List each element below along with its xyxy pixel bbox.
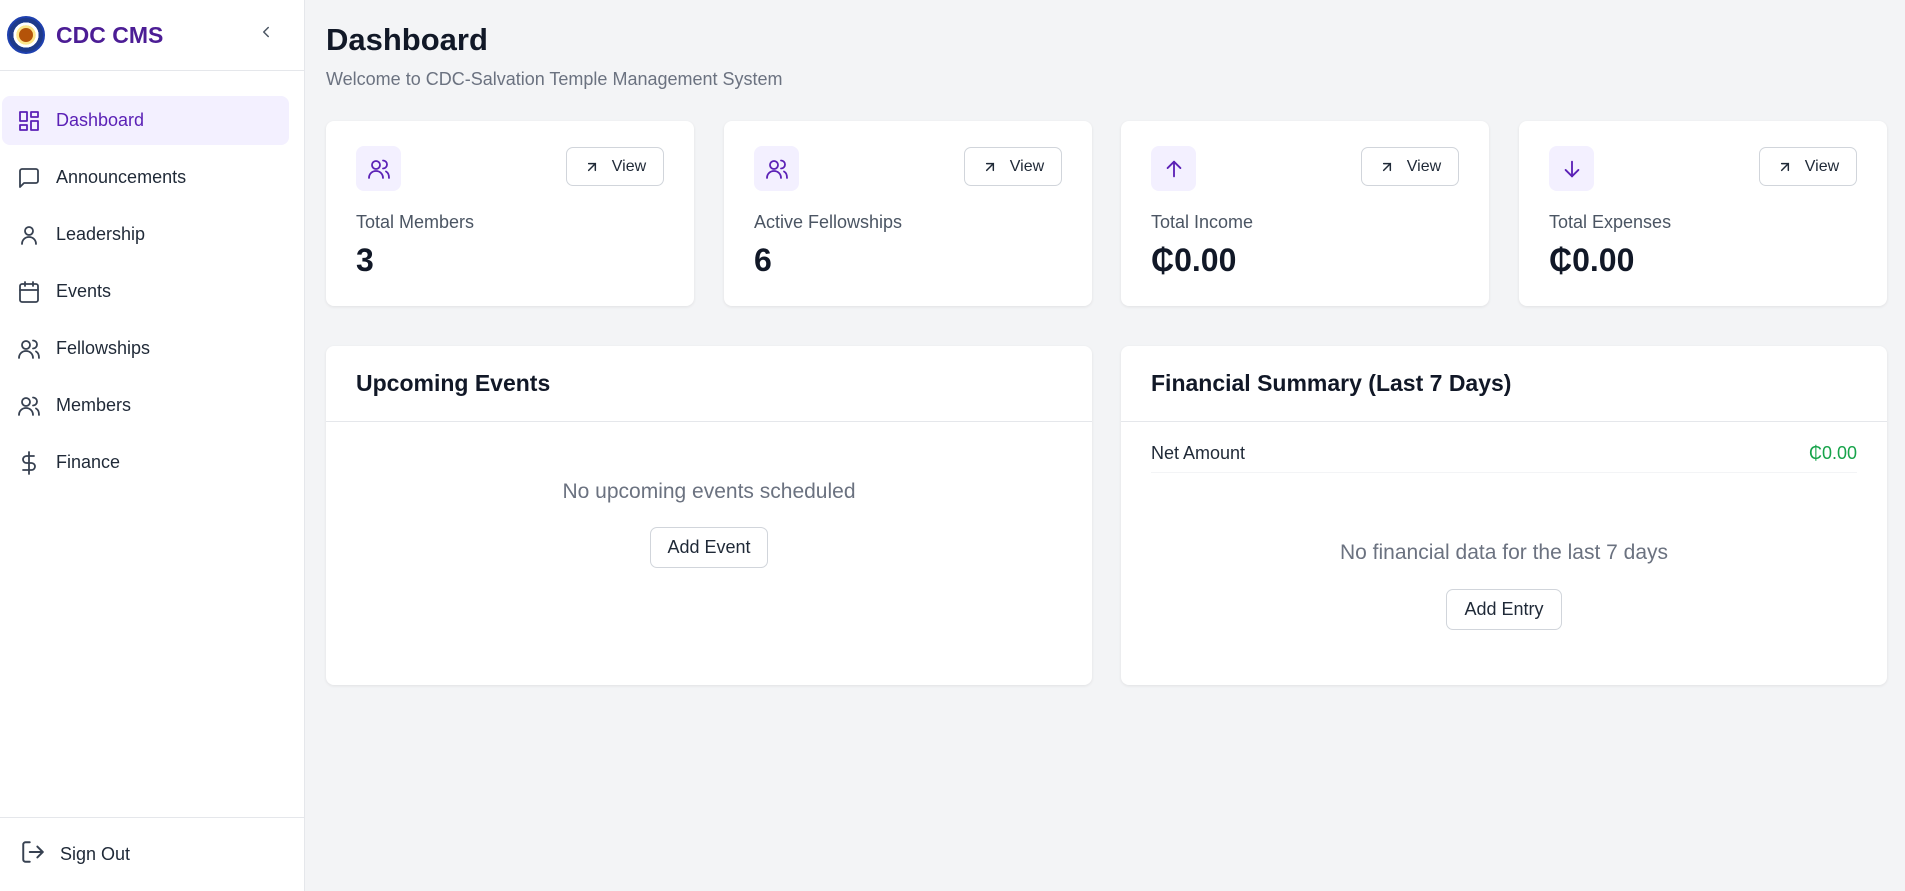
dollar-sign-icon	[16, 450, 42, 476]
financial-summary-panel: Financial Summary (Last 7 Days) Net Amou…	[1121, 346, 1887, 685]
view-button[interactable]: View	[1361, 147, 1459, 186]
add-event-button[interactable]: Add Event	[650, 527, 768, 568]
users-icon	[754, 146, 799, 191]
stat-value: 3	[356, 242, 374, 278]
arrow-down-icon	[1549, 146, 1594, 191]
panel-header: Upcoming Events	[326, 346, 1092, 422]
page-subtitle: Welcome to CDC-Salvation Temple Manageme…	[326, 69, 783, 89]
brand-name: CDC CMS	[56, 21, 164, 48]
view-button-label: View	[1804, 157, 1840, 175]
page-title: Dashboard	[326, 22, 488, 57]
log-out-icon	[20, 839, 46, 870]
sidebar-item-leadership[interactable]: Leadership	[2, 210, 289, 259]
dashboard-icon	[16, 108, 42, 134]
sidebar-item-label: Dashboard	[56, 110, 145, 130]
stat-label: Total Income	[1151, 212, 1254, 232]
users-icon	[16, 336, 42, 362]
collapse-sidebar-button[interactable]	[252, 18, 280, 46]
view-button-label: View	[1009, 157, 1045, 175]
stat-value: ₵0.00	[1549, 242, 1635, 278]
user-icon	[16, 222, 42, 248]
sidebar-item-members[interactable]: Members	[2, 381, 289, 430]
sidebar-item-fellowships[interactable]: Fellowships	[2, 324, 289, 373]
stat-card-active-fellowships: View Active Fellowships 6	[724, 121, 1092, 306]
stat-value: ₵0.00	[1151, 242, 1237, 278]
upcoming-events-panel: Upcoming Events No upcoming events sched…	[326, 346, 1092, 685]
arrow-up-right-icon	[985, 162, 994, 171]
sidebar-item-dashboard[interactable]: Dashboard	[2, 96, 289, 145]
net-amount-row: Net Amount ₵0.00	[1151, 441, 1857, 473]
chevron-left-icon	[263, 26, 269, 38]
panel-title: Upcoming Events	[356, 370, 551, 396]
empty-state-text: No upcoming events scheduled	[562, 480, 856, 503]
sidebar-footer: Sign Out	[0, 817, 305, 891]
sign-out-button[interactable]: Sign Out	[20, 838, 130, 870]
net-amount-value: ₵0.00	[1808, 443, 1857, 463]
users-icon	[16, 393, 42, 419]
sidebar-item-announcements[interactable]: Announcements	[2, 153, 289, 202]
view-button-label: View	[611, 157, 647, 175]
sidebar-item-events[interactable]: Events	[2, 267, 289, 316]
empty-state-text: No financial data for the last 7 days	[1339, 541, 1669, 564]
arrow-up-right-icon	[1382, 162, 1391, 171]
stat-label: Active Fellowships	[754, 212, 903, 232]
sign-out-label: Sign Out	[60, 843, 131, 864]
view-button-label: View	[1406, 157, 1442, 175]
church-logo	[7, 16, 45, 54]
stat-card-total-income: View Total Income ₵0.00	[1121, 121, 1489, 306]
sidebar-item-label: Announcements	[56, 167, 187, 187]
arrow-up-right-icon	[1780, 162, 1789, 171]
users-icon	[356, 146, 401, 191]
panel-title: Financial Summary (Last 7 Days)	[1151, 370, 1512, 396]
view-button[interactable]: View	[1759, 147, 1857, 186]
sidebar-nav: Dashboard Announcements Leadership Event…	[0, 71, 304, 487]
stat-label: Total Members	[356, 212, 475, 232]
stat-card-total-expenses: View Total Expenses ₵0.00	[1519, 121, 1887, 306]
stat-label: Total Expenses	[1549, 212, 1672, 232]
stat-card-total-members: View Total Members 3	[326, 121, 694, 306]
net-amount-label: Net Amount	[1151, 443, 1246, 463]
sidebar-item-label: Events	[56, 281, 112, 301]
view-button[interactable]: View	[566, 147, 664, 186]
calendar-icon	[16, 279, 42, 305]
sidebar-item-label: Fellowships	[56, 338, 151, 358]
sidebar-item-label: Members	[56, 395, 132, 415]
sidebar-item-label: Finance	[56, 452, 121, 472]
arrow-up-right-icon	[587, 162, 596, 171]
stat-value: 6	[754, 242, 772, 278]
panel-header: Financial Summary (Last 7 Days)	[1121, 346, 1887, 422]
message-square-icon	[16, 165, 42, 191]
arrow-up-icon	[1151, 146, 1196, 191]
view-button[interactable]: View	[964, 147, 1062, 186]
sidebar-item-finance[interactable]: Finance	[2, 438, 289, 487]
brand-header: CDC CMS	[0, 0, 304, 71]
add-entry-button[interactable]: Add Entry	[1446, 589, 1562, 630]
sidebar-item-label: Leadership	[56, 224, 146, 244]
sidebar: CDC CMS Dashboard Announcements Leadersh…	[0, 0, 305, 891]
